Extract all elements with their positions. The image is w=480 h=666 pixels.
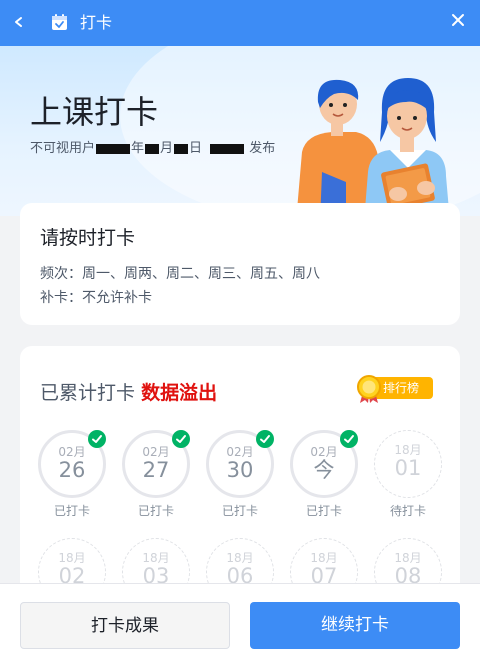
checkmark-icon [256,430,274,448]
day-status: 已打卡 [221,504,258,518]
day-item[interactable]: 02月 27 已打卡 [122,430,192,520]
redacted-block [174,143,189,154]
frequency-text: 频次：周一、周两、周二、周三、周五、周八 [40,266,320,282]
hero-banner: 上课打卡 不可视用户 年月日 发布 [0,46,480,216]
day-status: 待打卡 [389,504,426,518]
medal-icon [357,375,381,403]
redacted-block [145,143,160,154]
stats-prefix: 已累计打卡 [40,382,136,404]
window-title: 打卡 [80,13,113,32]
redacted-block [210,143,245,154]
day-status: 已打卡 [305,504,342,518]
checkin-results-button[interactable]: 打卡成果 [20,602,230,649]
year-suffix: 年 [131,141,145,156]
day-item[interactable]: 02月 30 已打卡 [206,430,276,520]
close-icon[interactable] [446,8,470,32]
makeup-text: 补卡：不允许补卡 [40,290,152,306]
day-item[interactable]: 18月 01 待打卡 [374,430,444,520]
leaderboard-button[interactable]: 排行榜 [355,374,435,404]
day-item[interactable]: 02月 今 已打卡 [290,430,360,520]
day-number: 今 [313,458,335,482]
day-number: 26 [58,458,86,482]
continue-checkin-button[interactable]: 继续打卡 [250,602,460,649]
day-number: 01 [394,456,422,480]
month-suffix: 月 [160,141,174,156]
published-label: 发布 [249,141,276,156]
day-status: 已打卡 [53,504,90,518]
rules-card: 请按时打卡 频次：周一、周两、周二、周三、周五、周八 补卡：不允许补卡 [20,203,460,325]
rules-heading: 请按时打卡 [40,227,136,249]
stats-heading: 已累计打卡 数据溢出 [40,378,217,405]
stats-highlight: 数据溢出 [141,382,218,404]
publisher-name: 不可视用户 [30,141,96,156]
students-illustration [296,78,450,216]
bottom-action-bar: 打卡成果 继续打卡 [0,583,480,666]
checkmark-icon [172,430,190,448]
day-item[interactable]: 02月 26 已打卡 [38,430,108,520]
day-status: 已打卡 [137,504,174,518]
checkmark-icon [88,430,106,448]
title-bar: 打卡 [0,0,480,46]
day-number: 27 [142,458,170,482]
day-suffix: 日 [189,141,203,156]
day-circle: 18月 01 [374,430,442,498]
redacted-block [96,143,131,154]
calendar-check-icon [52,14,67,30]
page-title: 上课打卡 [30,93,159,131]
day-number: 30 [226,458,254,482]
back-arrow-icon[interactable] [10,10,30,34]
checkmark-icon [340,430,358,448]
publish-info: 不可视用户 年月日 发布 [30,139,275,159]
